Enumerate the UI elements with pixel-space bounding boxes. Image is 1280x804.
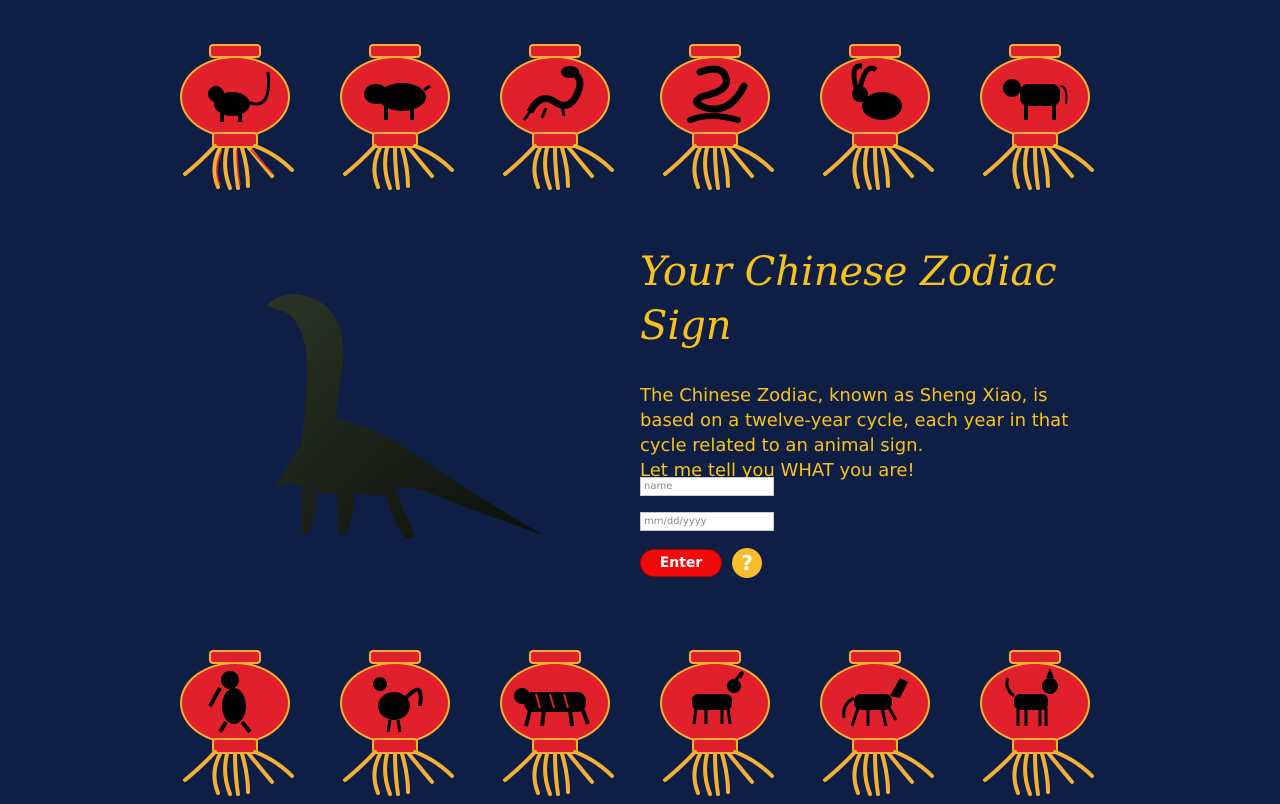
lantern-rabbit [820, 42, 940, 192]
goat-icon [660, 650, 774, 796]
dog-icon [980, 650, 1094, 796]
intro-section: Your Chinese Zodiac Sign The Chinese Zod… [640, 245, 1080, 483]
page: Your Chinese Zodiac Sign The Chinese Zod… [0, 0, 1280, 804]
lantern-pig [340, 42, 460, 192]
rat-icon [180, 44, 294, 190]
intro-description: The Chinese Zodiac, known as Sheng Xiao,… [640, 383, 1080, 483]
rabbit-icon [820, 44, 934, 190]
form-actions: Enter ? [640, 548, 940, 578]
monkey-icon [180, 650, 294, 796]
horse-icon [820, 650, 934, 796]
dragon-icon [500, 44, 614, 190]
lantern-dog [980, 648, 1100, 798]
lantern-tiger [500, 648, 620, 798]
lantern-horse [820, 648, 940, 798]
description-text: The Chinese Zodiac, known as Sheng Xiao,… [640, 385, 1069, 456]
birthdate-input[interactable] [640, 512, 774, 531]
lantern-ox [980, 42, 1100, 192]
lantern-snake [660, 42, 780, 192]
help-icon[interactable]: ? [732, 548, 762, 578]
bottom-lantern-row [180, 648, 1100, 798]
zodiac-form: Enter ? [640, 477, 940, 578]
hero-image [255, 285, 555, 555]
top-lantern-row [180, 42, 1100, 192]
lantern-rat [180, 42, 300, 192]
ox-icon [980, 44, 1094, 190]
lantern-goat [660, 648, 780, 798]
pig-icon [340, 44, 454, 190]
lantern-dragon [500, 42, 620, 192]
rooster-icon [340, 650, 454, 796]
lantern-monkey [180, 648, 300, 798]
snake-icon [660, 44, 774, 190]
page-title: Your Chinese Zodiac Sign [640, 249, 1057, 349]
name-input[interactable] [640, 477, 774, 496]
tiger-icon [500, 650, 614, 796]
lantern-rooster [340, 648, 460, 798]
loch-ness-monster-icon [267, 294, 543, 539]
enter-button[interactable]: Enter [640, 549, 722, 577]
